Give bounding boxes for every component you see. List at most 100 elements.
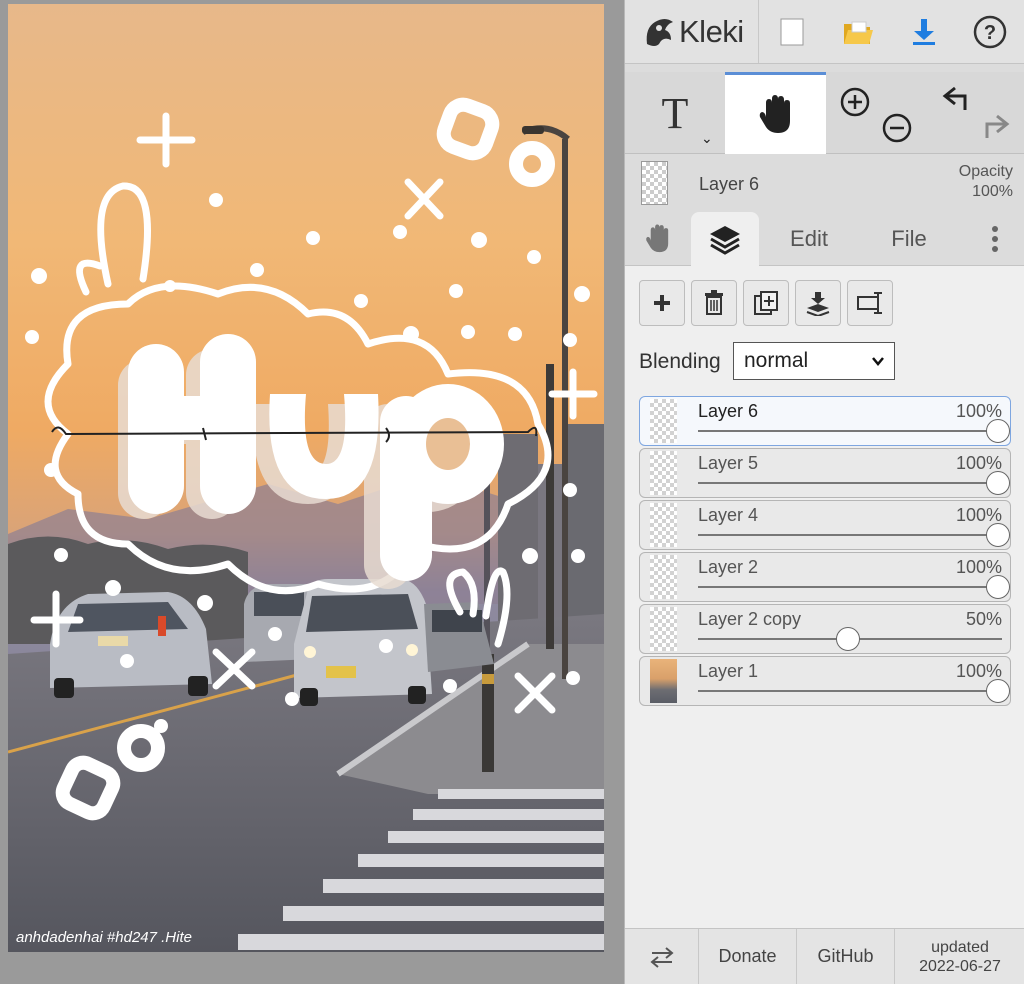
- merge-down-button[interactable]: [795, 280, 841, 326]
- layer-name: Layer 4: [698, 505, 759, 525]
- layer-list: Layer 6 100% Layer 5 100% Layer 4 100% Layer 2…: [625, 390, 1024, 928]
- layer-opacity-slider[interactable]: [698, 419, 1010, 443]
- open-file-button[interactable]: [825, 0, 891, 63]
- duplicate-icon: [754, 291, 778, 315]
- current-layer-name: Layer 6: [699, 174, 760, 194]
- text-tool-icon: T: [661, 88, 689, 138]
- rename-icon: [857, 292, 882, 314]
- tab-edit[interactable]: Edit: [759, 212, 859, 266]
- opacity-label: Opacity: [958, 163, 1013, 180]
- updated-label: updated: [931, 938, 989, 956]
- canvas-area[interactable]: anhdadenhai #hd247 .Hite: [0, 0, 624, 984]
- plus-icon: [654, 295, 670, 311]
- layer-item[interactable]: Layer 2 100%: [639, 552, 1011, 602]
- layer-name: Layer 5: [698, 453, 759, 473]
- kleki-logo[interactable]: Kleki: [625, 0, 759, 63]
- layer-item[interactable]: Layer 1 100%: [639, 656, 1011, 706]
- blend-mode-select[interactable]: normal: [733, 342, 895, 380]
- current-layer-info: Layer 6 Opacity 100%: [625, 154, 1024, 212]
- layer-thumbnail: [650, 503, 677, 547]
- layer-opacity-slider[interactable]: [698, 471, 1010, 495]
- undo-redo-tools: [935, 80, 1024, 146]
- chevron-down-icon: [872, 357, 884, 366]
- trash-icon: [705, 290, 723, 315]
- hand-icon: [646, 224, 669, 253]
- drawing-canvas[interactable]: anhdadenhai #hd247 .Hite: [8, 4, 604, 952]
- slider-handle[interactable]: [986, 575, 1010, 599]
- github-link[interactable]: GitHub: [797, 929, 895, 984]
- slider-handle[interactable]: [836, 627, 860, 651]
- tab-file[interactable]: File: [859, 212, 959, 266]
- app-name: Kleki: [679, 13, 744, 49]
- hand-tool-button[interactable]: [725, 72, 826, 154]
- rename-layer-button[interactable]: [847, 280, 893, 326]
- open-folder-icon: [844, 21, 873, 44]
- layer-opacity-slider[interactable]: [698, 627, 1002, 651]
- hand-icon: [759, 94, 790, 133]
- download-button[interactable]: [891, 0, 957, 63]
- opacity-value: 100%: [972, 183, 1013, 200]
- side-panel: Kleki ? T ⌄ Layer 6 Opacity 100% Edit Fi…: [624, 0, 1024, 984]
- svg-text:?: ?: [984, 22, 996, 44]
- layer-name: Layer 6: [698, 401, 759, 421]
- swap-side-button[interactable]: [625, 929, 699, 984]
- layer-thumbnail: [650, 607, 677, 651]
- blend-mode-value: normal: [744, 349, 809, 372]
- layer-opacity-slider[interactable]: [698, 679, 1010, 703]
- tab-brush[interactable]: [625, 212, 691, 266]
- zoom-tools: [833, 82, 923, 148]
- help-icon: ?: [973, 15, 1007, 48]
- kleki-logo-icon: [646, 18, 673, 46]
- download-icon: [913, 18, 935, 45]
- help-button[interactable]: ?: [957, 0, 1023, 63]
- slider-handle[interactable]: [986, 471, 1010, 495]
- undo-icon[interactable]: [942, 86, 967, 110]
- layer-opacity-slider[interactable]: [698, 523, 1010, 547]
- chevron-down-icon[interactable]: ⌄: [701, 130, 713, 147]
- slider-handle[interactable]: [986, 679, 1010, 703]
- layer-opacity: 50%: [965, 609, 1002, 629]
- layer-thumbnail: [650, 659, 677, 703]
- layer-item[interactable]: Layer 5 100%: [639, 448, 1011, 498]
- updated-date: 2022-06-27: [919, 957, 1001, 975]
- donate-link[interactable]: Donate: [699, 929, 797, 984]
- layer-tools: [625, 266, 1024, 336]
- blending-label: Blending: [639, 350, 721, 373]
- new-image-icon: [780, 18, 804, 45]
- tab-layers[interactable]: [691, 212, 759, 267]
- watermark-text: anhdadenhai #hd247 .Hite: [16, 929, 192, 946]
- layers-icon: [710, 225, 740, 255]
- layer-thumbnail: [650, 555, 677, 599]
- layer-item[interactable]: Layer 2 copy 50%: [639, 604, 1011, 654]
- swap-arrows-icon: [649, 946, 674, 968]
- more-options-button[interactable]: [975, 212, 1015, 266]
- footer: Donate GitHub updated 2022-06-27: [625, 928, 1024, 984]
- more-vertical-icon: [992, 226, 998, 252]
- zoom-in-icon[interactable]: [840, 87, 870, 117]
- layer-name: Layer 2: [698, 557, 759, 577]
- layer-item[interactable]: Layer 4 100%: [639, 500, 1011, 550]
- add-layer-button[interactable]: [639, 280, 685, 326]
- zoom-out-icon[interactable]: [882, 113, 912, 143]
- layer-name: Layer 1: [698, 661, 759, 681]
- slider-handle[interactable]: [986, 419, 1010, 443]
- current-layer-thumbnail: [641, 161, 668, 205]
- panel-tabs: Edit File: [625, 212, 1024, 267]
- blending-row: Blending normal: [625, 336, 1024, 390]
- new-image-button[interactable]: [759, 0, 825, 63]
- top-bar: Kleki ?: [625, 0, 1024, 64]
- current-layer-opacity: Opacity 100%: [959, 162, 1013, 202]
- text-tool-button[interactable]: T ⌄: [625, 72, 725, 154]
- layer-item[interactable]: Layer 6 100%: [639, 396, 1011, 446]
- layer-name: Layer 2 copy: [698, 609, 802, 629]
- slider-handle[interactable]: [986, 523, 1010, 547]
- tool-row: T ⌄: [625, 72, 1024, 154]
- redo-icon[interactable]: [985, 114, 1010, 138]
- updated-info[interactable]: updated 2022-06-27: [895, 929, 1024, 984]
- merge-down-icon: [806, 292, 830, 316]
- layer-opacity-slider[interactable]: [698, 575, 1010, 599]
- layer-thumbnail: [650, 399, 677, 443]
- layer-thumbnail: [650, 451, 677, 495]
- delete-layer-button[interactable]: [691, 280, 737, 326]
- duplicate-layer-button[interactable]: [743, 280, 789, 326]
